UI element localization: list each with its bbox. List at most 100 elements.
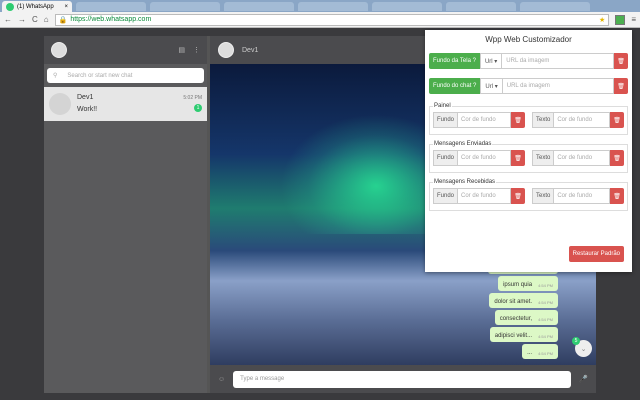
tab[interactable]	[372, 2, 442, 11]
back-icon[interactable]: ←	[4, 15, 12, 24]
chat-footer: ☺ Type a message 🎤	[210, 365, 596, 393]
reset-button[interactable]: Restaurar Padrão	[568, 246, 624, 262]
tab-title: (1) WhatsApp	[17, 3, 54, 10]
unread-badge: 1	[194, 104, 202, 112]
url-type-dropdown[interactable]: Url ▾	[480, 78, 503, 94]
trash-icon[interactable]: 🗑	[614, 53, 628, 69]
tab-close-icon[interactable]: ×	[64, 4, 68, 10]
message-text: adipisci velit...	[494, 333, 533, 339]
menu-icon[interactable]: ⋮	[193, 46, 200, 54]
message-bubble: ipsum quia 4:54 PM	[498, 276, 558, 291]
section-received: Mensagens Recebidas Fundo Cor de fundo 🗑 T…	[429, 179, 628, 211]
emoji-icon[interactable]: ☺	[218, 376, 225, 383]
bg-label: Fundo	[433, 150, 459, 166]
customizer-popup: Wpp Web Customizador Fundo da Tela ? Url…	[425, 30, 632, 272]
message-time: 4:54 PM	[538, 334, 553, 339]
whatsapp-icon	[6, 2, 14, 11]
chat-url-input[interactable]: URL da imagem	[502, 78, 614, 94]
trash-icon[interactable]: 🗑	[511, 112, 525, 128]
label: Fundo do chat	[433, 83, 472, 89]
bg-color-input[interactable]: Cor de fundo	[458, 112, 511, 128]
tab[interactable]	[76, 2, 146, 11]
contact-name: Dev1	[242, 46, 259, 54]
message-bubble: adipisci velit... 4:54 PM	[489, 327, 558, 342]
forward-icon[interactable]: →	[18, 15, 26, 24]
url-text: https://web.whatsapp.com	[70, 16, 152, 23]
sidebar-header: ▤ ⋮	[44, 36, 207, 64]
new-chat-icon[interactable]: ▤	[178, 46, 185, 54]
chat-list-item[interactable]: Dev1 5:02 PM Work!! 1	[44, 87, 207, 121]
help-icon: ?	[472, 58, 476, 64]
tab[interactable]	[224, 2, 294, 11]
tab-bar: (1) WhatsApp ×	[0, 0, 640, 12]
screen-bg-row: Fundo da Tela ? Url ▾ URL da imagem 🗑	[429, 53, 628, 69]
microphone-icon[interactable]: 🎤	[579, 375, 588, 383]
bg-color-input[interactable]: Cor de fundo	[458, 188, 511, 204]
section-sent: Mensagens Enviadas Fundo Cor de fundo 🗑 Te…	[429, 141, 628, 173]
section-painel: Painel Fundo Cor de fundo 🗑 Texto Cor de fu…	[429, 103, 628, 135]
message-bubble: ... 4:54 PM	[522, 344, 558, 359]
message-text: ...	[527, 350, 533, 356]
text-color-input[interactable]: Cor de fundo	[554, 150, 610, 166]
trash-icon[interactable]: 🗑	[610, 150, 624, 166]
search-input[interactable]: ⚲ Search or start new chat	[47, 68, 204, 83]
label: Fundo da Tela	[433, 58, 471, 64]
avatar	[218, 42, 234, 58]
url-type-dropdown[interactable]: Url ▾	[479, 53, 503, 69]
aurora-image	[280, 114, 440, 234]
message-bubble: consectetur, 4:54 PM	[494, 310, 558, 325]
trash-icon[interactable]: 🗑	[610, 188, 624, 204]
avatar[interactable]	[51, 42, 67, 58]
message-input[interactable]: Type a message	[233, 370, 572, 388]
popup-title: Wpp Web Customizador	[485, 35, 572, 44]
extension-icon[interactable]	[615, 14, 626, 25]
message-text: ipsum quia	[503, 282, 533, 288]
tab[interactable]	[298, 2, 368, 11]
tab[interactable]	[150, 2, 220, 11]
screen-bg-button[interactable]: Fundo da Tela ?	[429, 53, 480, 69]
message-bubble: dolor sit amet. 4:54 PM	[489, 293, 558, 308]
tab-whatsapp[interactable]: (1) WhatsApp ×	[2, 1, 72, 12]
trash-icon[interactable]: 🗑	[511, 188, 525, 204]
text-label: Texto	[532, 188, 555, 204]
chat-bg-button[interactable]: Fundo do chat ?	[429, 78, 481, 94]
avatar	[49, 93, 71, 115]
home-icon[interactable]: ⌂	[44, 15, 49, 24]
tab[interactable]	[520, 2, 590, 11]
message-list: ipsum quia 4:54 PM dolor sit amet. 4:54 PM…	[488, 264, 558, 359]
screen-url-input[interactable]: URL da imagem	[502, 53, 614, 69]
message-placeholder: Type a message	[240, 376, 285, 382]
search-placeholder: Search or start new chat	[67, 72, 133, 79]
tab[interactable]	[446, 2, 516, 11]
text-color-input[interactable]: Cor de fundo	[554, 188, 610, 204]
reload-icon[interactable]: C	[32, 15, 38, 24]
chevron-down-icon: ⌄	[580, 345, 587, 353]
placeholder: URL da imagem	[506, 83, 550, 89]
chat-bg-row: Fundo do chat ? Url ▾ URL da imagem 🗑	[429, 78, 628, 94]
message-text: dolor sit amet.	[494, 299, 533, 305]
chat-name: Dev1	[77, 94, 94, 101]
lock-icon: 🔒	[58, 16, 68, 24]
bg-color-input[interactable]: Cor de fundo	[458, 150, 511, 166]
placeholder: URL da imagem	[506, 58, 550, 64]
star-icon[interactable]: ★	[599, 16, 605, 24]
scroll-down-button[interactable]: 5 ⌄	[572, 337, 592, 357]
section-title: Mensagens Enviadas	[434, 141, 492, 147]
message-text: consectetur,	[499, 316, 533, 322]
trash-icon[interactable]: 🗑	[610, 112, 624, 128]
text-color-input[interactable]: Cor de fundo	[554, 112, 610, 128]
text-label: Texto	[532, 150, 555, 166]
section-title: Mensagens Recebidas	[434, 179, 496, 185]
menu-icon[interactable]: ≡	[631, 15, 636, 24]
search-icon: ⚲	[53, 73, 58, 79]
section-title: Painel	[434, 103, 451, 109]
bg-label: Fundo	[433, 188, 459, 204]
message-time: 4:54 PM	[538, 317, 553, 322]
text-label: Texto	[532, 112, 555, 128]
trash-icon[interactable]: 🗑	[511, 150, 525, 166]
address-bar[interactable]: 🔒 https://web.whatsapp.com ★	[54, 13, 610, 26]
unread-badge: 5	[572, 337, 580, 345]
message-time: 4:54 PM	[538, 283, 553, 288]
browser-toolbar: ← → C ⌂ 🔒 https://web.whatsapp.com ★ ≡	[0, 12, 640, 28]
trash-icon[interactable]: 🗑	[614, 78, 628, 94]
